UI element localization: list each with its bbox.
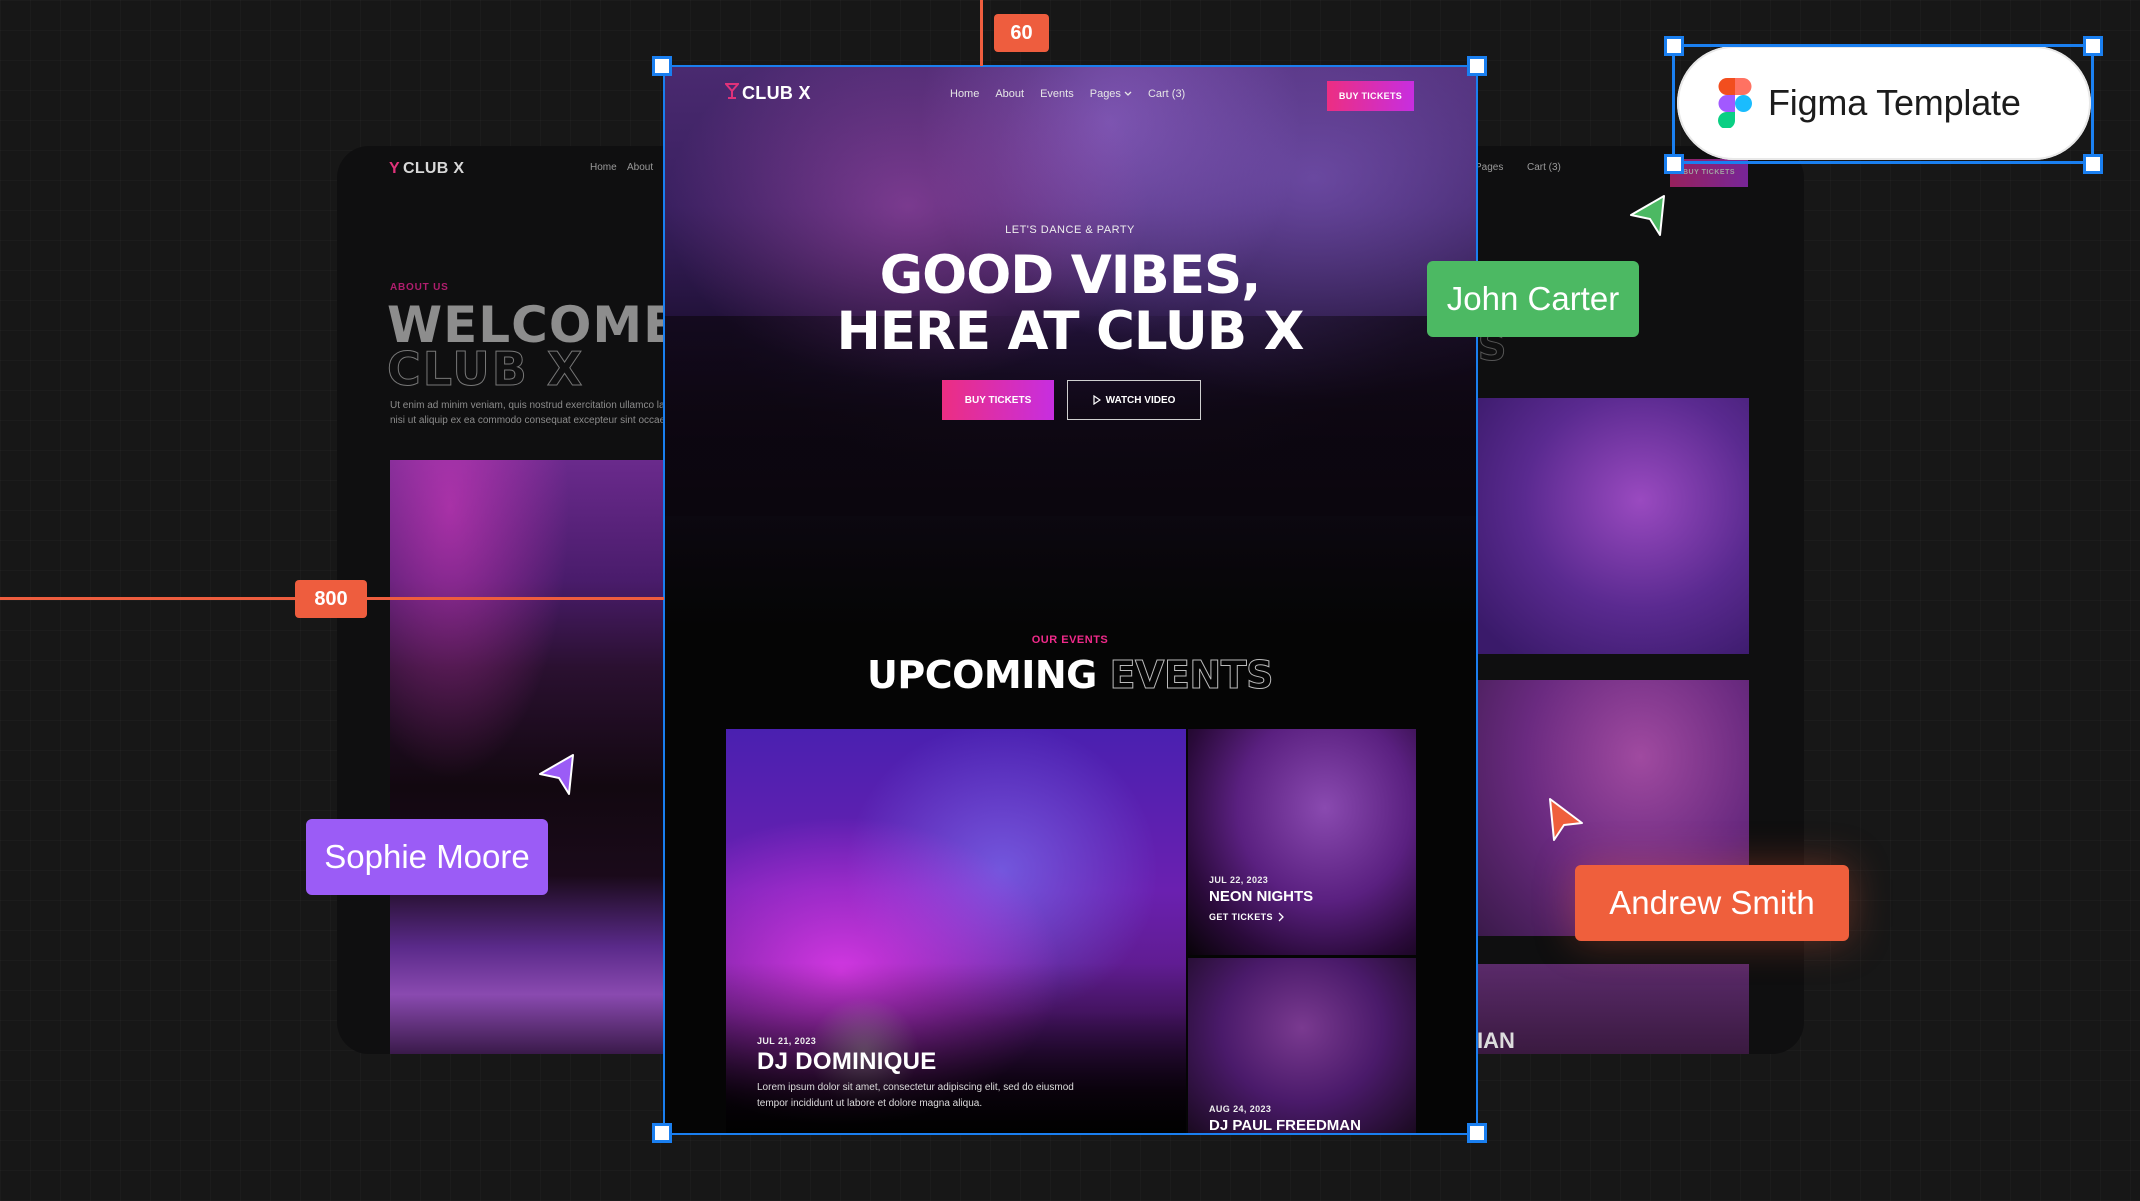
collaborator-tag-john-carter: John Carter bbox=[1427, 261, 1639, 337]
resize-handle-top-left[interactable] bbox=[652, 56, 672, 76]
cursor-arrow-icon-john bbox=[1630, 195, 1665, 236]
nav-buy-tickets-button[interactable]: BUY TICKETS bbox=[1327, 81, 1414, 111]
event-name: NEON NIGHTS bbox=[1209, 888, 1314, 905]
event-date: JUL 22, 2023 bbox=[1209, 875, 1269, 885]
nav-pages[interactable]: Pages bbox=[1090, 88, 1132, 100]
events-eyebrow: OUR EVENTS bbox=[1031, 634, 1109, 646]
bg-dj-photo bbox=[1477, 398, 1749, 654]
spacing-guide-vertical bbox=[980, 0, 983, 66]
bg-nav-home: Home bbox=[590, 162, 617, 173]
badge-label: Figma Template bbox=[1768, 82, 2021, 123]
bg-clubx-outline-title: CLUB X bbox=[386, 342, 585, 397]
event-date: AUG 24, 2023 bbox=[1209, 1104, 1272, 1114]
resize-handle-top-right[interactable] bbox=[1467, 56, 1487, 76]
get-tickets-link[interactable]: GET TICKETS bbox=[1209, 912, 1313, 922]
collaborator-tag-sophie-moore: Sophie Moore bbox=[306, 819, 548, 895]
collaborator-tag-andrew-smith: Andrew Smith bbox=[1575, 865, 1849, 941]
nav-events[interactable]: Events bbox=[1040, 88, 1074, 100]
spacing-label-left: 800 bbox=[295, 580, 367, 618]
event-name: DJ PAUL FREEDMAN bbox=[1209, 1117, 1361, 1133]
spacing-label-top: 60 bbox=[994, 14, 1049, 52]
figma-logo-icon bbox=[1718, 78, 1752, 128]
bg-about-body: Ut enim ad minim veniam, quis nostrud ex… bbox=[390, 400, 679, 426]
event-name: DJ DOMINIQUE bbox=[757, 1048, 937, 1075]
events-title: UPCOMING EVENTS bbox=[866, 653, 1274, 698]
chevron-right-icon bbox=[1278, 912, 1284, 922]
bg-logo: Y CLUB X bbox=[389, 160, 465, 177]
nav-cart[interactable]: Cart (3) bbox=[1148, 88, 1185, 100]
chevron-down-icon bbox=[1124, 91, 1132, 96]
nav-home[interactable]: Home bbox=[950, 88, 979, 100]
badge-handle-bottom-left[interactable] bbox=[1664, 154, 1684, 174]
event-card-dj-dominique[interactable]: JUL 21, 2023 DJ DOMINIQUE Lorem ipsum do… bbox=[726, 729, 1186, 1133]
badge-handle-top-right[interactable] bbox=[2083, 36, 2103, 56]
site-logo[interactable]: CLUB X bbox=[723, 83, 811, 104]
cursor-arrow-icon-andrew bbox=[1549, 798, 1583, 841]
bg-dj-paul-photo: IAN bbox=[1477, 964, 1749, 1054]
cocktail-glass-icon bbox=[723, 83, 741, 104]
bg-nav-pages: Pages bbox=[1475, 162, 1504, 173]
cocktail-glass-icon: Y bbox=[389, 160, 400, 177]
badge-handle-bottom-right[interactable] bbox=[2083, 154, 2103, 174]
event-card-dj-paul-freedman[interactable]: AUG 24, 2023 DJ PAUL FREEDMAN bbox=[1188, 958, 1416, 1133]
cursor-arrow-icon-sophie bbox=[539, 754, 574, 795]
event-description: Lorem ipsum dolor sit amet, consectetur … bbox=[757, 1082, 1074, 1109]
event-date: JUL 21, 2023 bbox=[757, 1036, 817, 1046]
selected-frame-home-page[interactable]: CLUB X Home About Events Pages Cart (3) … bbox=[664, 66, 1476, 1133]
bg-about-eyebrow: ABOUT US bbox=[390, 282, 449, 293]
resize-handle-bottom-right[interactable] bbox=[1467, 1123, 1487, 1143]
nav-about[interactable]: About bbox=[995, 88, 1024, 100]
hero-buy-tickets-button[interactable]: BUY TICKETS bbox=[942, 380, 1054, 420]
event-card-neon-nights[interactable]: JUL 22, 2023 NEON NIGHTS GET TICKETS bbox=[1188, 729, 1416, 955]
hero-title: GOOD VIBES, HERE AT CLUB X bbox=[836, 245, 1304, 362]
badge-handle-top-left[interactable] bbox=[1664, 36, 1684, 56]
hero-eyebrow: LET'S DANCE & PARTY bbox=[1005, 224, 1135, 236]
main-nav: Home About Events Pages Cart (3) bbox=[950, 88, 1185, 100]
bg-nav-cart: Cart (3) bbox=[1527, 162, 1561, 173]
watch-video-button[interactable]: WATCH VIDEO bbox=[1067, 380, 1201, 420]
resize-handle-bottom-left[interactable] bbox=[652, 1123, 672, 1143]
play-icon bbox=[1092, 395, 1101, 405]
figma-template-badge: Figma Template bbox=[1677, 46, 2091, 160]
bg-nav-about: About bbox=[627, 162, 654, 173]
